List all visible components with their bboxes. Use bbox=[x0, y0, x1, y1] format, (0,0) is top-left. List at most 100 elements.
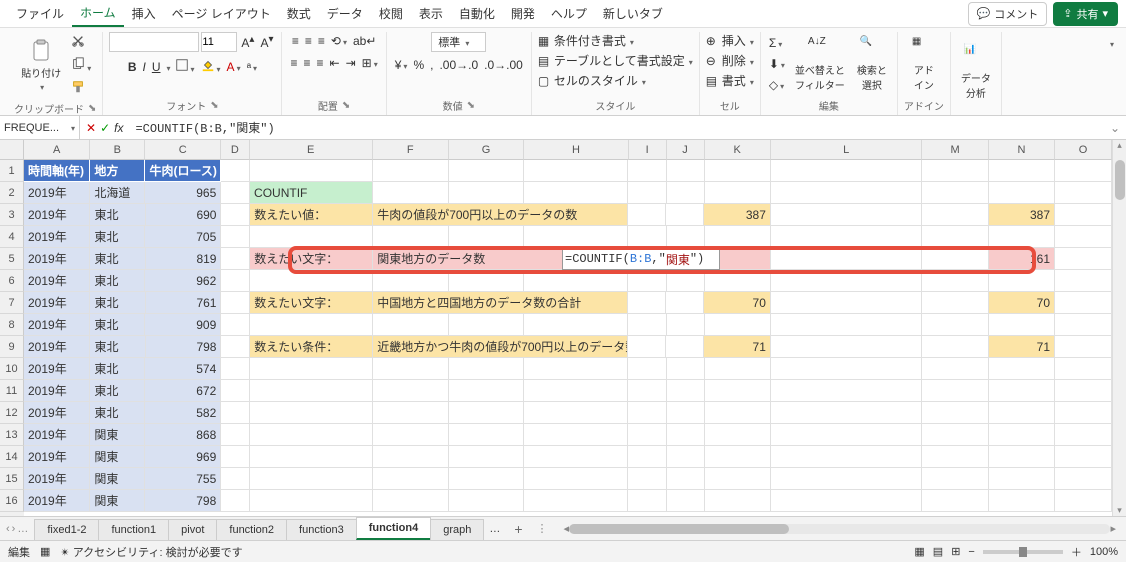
cell[interactable] bbox=[667, 446, 705, 468]
cell[interactable] bbox=[373, 226, 449, 248]
cell[interactable]: 東北 bbox=[90, 204, 145, 226]
normal-view-button[interactable]: ▦ bbox=[914, 545, 924, 558]
row-header-7[interactable]: 7 bbox=[0, 292, 24, 314]
cell[interactable] bbox=[1055, 270, 1112, 292]
cell[interactable] bbox=[524, 402, 628, 424]
cell[interactable]: 962 bbox=[145, 270, 221, 292]
cell[interactable]: 71 bbox=[704, 336, 770, 358]
fill-button[interactable]: ⬇ bbox=[767, 55, 787, 73]
addin-button[interactable]: ▦ アド イン bbox=[908, 34, 940, 94]
cell[interactable]: 数えたい条件： bbox=[250, 336, 373, 358]
cell[interactable]: 2019年 bbox=[24, 358, 90, 380]
cell[interactable]: 761 bbox=[146, 292, 222, 314]
cell[interactable] bbox=[771, 424, 922, 446]
cell[interactable] bbox=[705, 358, 771, 380]
cell[interactable] bbox=[667, 358, 705, 380]
cell[interactable] bbox=[449, 160, 525, 182]
cell[interactable] bbox=[771, 358, 922, 380]
cell[interactable] bbox=[221, 336, 250, 358]
cell[interactable]: 中国地方と四国地方のデータ数の合計 bbox=[373, 292, 628, 314]
border-button[interactable] bbox=[173, 56, 197, 77]
data-analysis-button[interactable]: 📊 データ 分析 bbox=[957, 42, 995, 102]
cell[interactable]: 数えたい値： bbox=[250, 204, 373, 226]
cell[interactable] bbox=[705, 182, 771, 204]
cell[interactable]: 2019年 bbox=[24, 380, 90, 402]
cell[interactable] bbox=[771, 292, 922, 314]
sheet-nav-next[interactable]: › bbox=[12, 523, 16, 535]
column-header-A[interactable]: A bbox=[24, 140, 90, 160]
column-header-M[interactable]: M bbox=[922, 140, 988, 160]
select-all-corner[interactable] bbox=[0, 140, 24, 160]
align-left-button[interactable]: ≡ bbox=[288, 54, 299, 72]
cell[interactable] bbox=[667, 314, 705, 336]
cell[interactable] bbox=[1055, 248, 1112, 270]
cell[interactable] bbox=[524, 424, 628, 446]
zoom-in-button[interactable]: ＋ bbox=[1071, 544, 1082, 560]
cell[interactable] bbox=[628, 292, 666, 314]
row-header-2[interactable]: 2 bbox=[0, 182, 24, 204]
orientation-button[interactable]: ⟲ bbox=[329, 32, 349, 50]
cell[interactable] bbox=[373, 402, 449, 424]
cell[interactable] bbox=[922, 446, 988, 468]
cell[interactable]: 2019年 bbox=[24, 336, 90, 358]
cell[interactable] bbox=[449, 314, 525, 336]
cell[interactable] bbox=[524, 490, 628, 512]
cell[interactable]: 798 bbox=[146, 336, 222, 358]
cell[interactable] bbox=[989, 424, 1055, 446]
cell[interactable]: 582 bbox=[145, 402, 221, 424]
cell[interactable]: 705 bbox=[145, 226, 221, 248]
cell[interactable] bbox=[667, 160, 705, 182]
column-header-L[interactable]: L bbox=[771, 140, 923, 160]
cell[interactable] bbox=[705, 160, 771, 182]
cell[interactable] bbox=[524, 446, 628, 468]
decrease-decimal-button[interactable]: .0→.00 bbox=[482, 56, 525, 74]
cell[interactable] bbox=[250, 380, 373, 402]
insert-function-button[interactable]: fx bbox=[114, 121, 123, 135]
cell[interactable] bbox=[922, 204, 988, 226]
cell[interactable] bbox=[771, 182, 922, 204]
formula-input[interactable]: =COUNTIF(B:B,"関東") bbox=[129, 119, 1103, 136]
cell[interactable] bbox=[705, 314, 771, 336]
cell[interactable] bbox=[922, 424, 988, 446]
cell[interactable] bbox=[628, 380, 666, 402]
cell[interactable] bbox=[771, 248, 922, 270]
row-header-12[interactable]: 12 bbox=[0, 402, 24, 424]
cell[interactable] bbox=[628, 182, 666, 204]
column-header-E[interactable]: E bbox=[250, 140, 373, 160]
cell[interactable] bbox=[628, 160, 666, 182]
cell[interactable] bbox=[705, 424, 771, 446]
menu-home[interactable]: ホーム bbox=[72, 0, 124, 27]
cell[interactable] bbox=[221, 248, 250, 270]
cell[interactable] bbox=[250, 402, 373, 424]
enter-formula-button[interactable]: ✓ bbox=[100, 121, 110, 135]
cell[interactable] bbox=[989, 182, 1055, 204]
cell[interactable] bbox=[221, 446, 250, 468]
format-cells-button[interactable]: ▤書式 bbox=[706, 72, 754, 89]
cell[interactable] bbox=[667, 468, 705, 490]
column-header-D[interactable]: D bbox=[221, 140, 249, 160]
cell[interactable] bbox=[666, 292, 704, 314]
cell[interactable] bbox=[1055, 402, 1112, 424]
vertical-scroll-thumb[interactable] bbox=[1115, 160, 1125, 200]
cell[interactable] bbox=[628, 314, 666, 336]
cell[interactable] bbox=[667, 270, 705, 292]
cell[interactable] bbox=[449, 182, 525, 204]
cell[interactable] bbox=[628, 490, 666, 512]
sheet-tab-function4[interactable]: function4 bbox=[356, 517, 432, 540]
font-size-select[interactable] bbox=[201, 32, 237, 52]
accounting-format-button[interactable]: ¥ bbox=[393, 56, 410, 74]
cell[interactable]: 東北 bbox=[90, 336, 145, 358]
cell[interactable] bbox=[373, 182, 449, 204]
row-header-3[interactable]: 3 bbox=[0, 204, 24, 226]
cell[interactable]: 2019年 bbox=[24, 314, 90, 336]
cell[interactable]: 387 bbox=[704, 204, 770, 226]
decrease-indent-button[interactable]: ⇤ bbox=[328, 54, 342, 72]
cell[interactable]: COUNTIF bbox=[250, 182, 373, 204]
font-color-button[interactable]: A bbox=[225, 58, 243, 76]
cell[interactable] bbox=[221, 270, 250, 292]
menu-pagelayout[interactable]: ページ レイアウト bbox=[164, 1, 279, 26]
cell[interactable]: 地方 bbox=[90, 160, 145, 182]
cell[interactable]: 関東 bbox=[90, 490, 145, 512]
menu-file[interactable]: ファイル bbox=[8, 1, 72, 26]
cell[interactable]: 2019年 bbox=[24, 292, 90, 314]
